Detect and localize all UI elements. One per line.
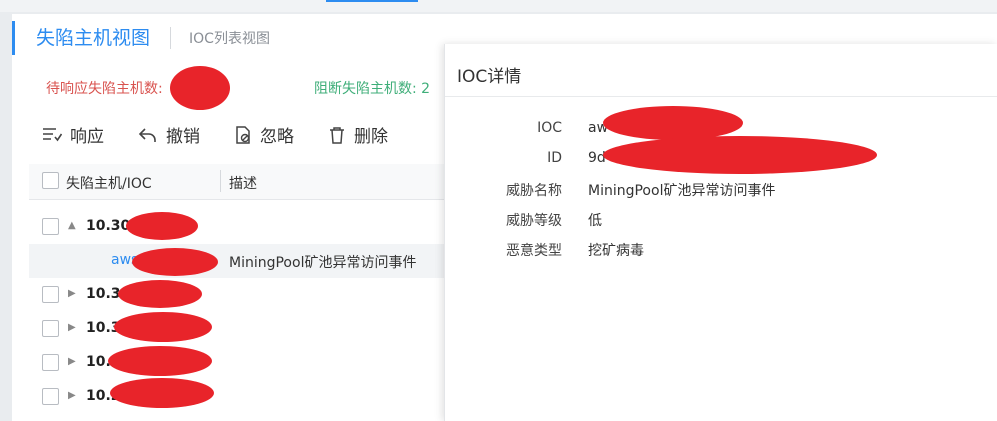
ioc-row[interactable]: aws MiningPool矿池异常访问事件 xyxy=(29,244,469,278)
table-row[interactable]: ▲ 10.30 xyxy=(29,210,469,244)
tab-host-view[interactable]: 失陷主机视图 xyxy=(12,21,150,55)
tab-ioc-list-view[interactable]: IOC列表视图 xyxy=(189,28,270,48)
detail-label-threat-name: 威胁名称 xyxy=(506,183,562,199)
detail-label-ioc: IOC xyxy=(537,120,562,136)
delete-button[interactable]: 删除 xyxy=(328,122,388,147)
respond-icon xyxy=(43,127,62,141)
respond-label: 响应 xyxy=(70,127,104,147)
host-ip: 10.30 xyxy=(86,218,131,234)
table-header: 失陷主机/IOC 描述 xyxy=(29,164,469,200)
redaction-mark xyxy=(118,280,202,308)
column-divider[interactable] xyxy=(220,170,221,192)
row-checkbox[interactable] xyxy=(42,320,59,337)
table-row[interactable]: ▶ 10.3 xyxy=(29,312,469,346)
top-strip xyxy=(0,0,997,12)
ioc-description: MiningPool矿池异常访问事件 xyxy=(229,255,417,271)
revoke-button[interactable]: 撤销 xyxy=(138,122,200,147)
detail-value-threat-name: MiningPool矿池异常访问事件 xyxy=(588,183,776,199)
revoke-label: 撤销 xyxy=(166,127,200,147)
host-ip: 10. xyxy=(86,354,111,370)
row-checkbox[interactable] xyxy=(42,354,59,371)
expand-caret-icon[interactable]: ▶ xyxy=(68,356,80,368)
pending-hosts-label: 待响应失陷主机数: xyxy=(46,81,163,97)
redaction-mark xyxy=(603,106,743,140)
tab-separator xyxy=(170,27,172,49)
redaction-mark xyxy=(114,312,212,342)
blocked-hosts-value: 2 xyxy=(421,81,431,97)
detail-value-malicious-type: 挖矿病毒 xyxy=(588,243,644,259)
table-row[interactable]: ▶ 10.2 xyxy=(29,380,469,414)
trash-icon xyxy=(330,126,344,144)
blocked-hosts-label: 阻断失陷主机数: xyxy=(314,81,417,97)
row-checkbox[interactable] xyxy=(42,388,59,405)
toolbar: 响应 撤销 忽略 删除 xyxy=(42,122,422,147)
table-row[interactable]: ▶ 10.30 xyxy=(29,278,469,312)
select-all-checkbox[interactable] xyxy=(42,172,59,189)
redaction-mark xyxy=(603,136,877,174)
row-checkbox[interactable] xyxy=(42,218,59,235)
view-tabs: 失陷主机视图 IOC列表视图 xyxy=(12,14,270,62)
detail-title: IOC详情 xyxy=(457,67,522,87)
row-checkbox[interactable] xyxy=(42,286,59,303)
delete-label: 删除 xyxy=(354,127,388,147)
redaction-mark xyxy=(110,378,214,408)
undo-icon xyxy=(138,127,156,142)
respond-button[interactable]: 响应 xyxy=(42,122,104,147)
ioc-detail-panel: IOC详情 IOC aw ID 9d 威胁名称 MiningPool矿池异常访问… xyxy=(444,44,997,421)
ignore-document-icon xyxy=(236,125,250,144)
detail-value-threat-level: 低 xyxy=(588,213,602,229)
detail-label-malicious-type: 恶意类型 xyxy=(506,243,562,259)
table-row[interactable]: ▶ 10. xyxy=(29,346,469,380)
redaction-mark xyxy=(170,66,230,110)
blocked-hosts-stat: 阻断失陷主机数: 2 xyxy=(314,78,430,98)
redaction-mark xyxy=(126,212,198,240)
expand-caret-icon[interactable]: ▶ xyxy=(68,390,80,402)
pending-hosts-stat: 待响应失陷主机数: xyxy=(46,78,163,98)
ignore-label: 忽略 xyxy=(260,127,294,147)
detail-label-threat-level: 威胁等级 xyxy=(506,213,562,229)
column-header-host: 失陷主机/IOC xyxy=(66,176,152,192)
expand-caret-icon[interactable]: ▶ xyxy=(68,288,80,300)
ignore-button[interactable]: 忽略 xyxy=(234,122,294,147)
expand-caret-icon[interactable]: ▶ xyxy=(68,322,80,334)
detail-label-id: ID xyxy=(547,150,562,166)
column-header-description: 描述 xyxy=(229,176,257,192)
redaction-mark xyxy=(108,346,212,376)
redaction-mark xyxy=(132,248,218,276)
detail-divider xyxy=(445,96,997,97)
collapse-caret-icon[interactable]: ▲ xyxy=(68,220,80,232)
active-nav-indicator xyxy=(326,0,418,2)
